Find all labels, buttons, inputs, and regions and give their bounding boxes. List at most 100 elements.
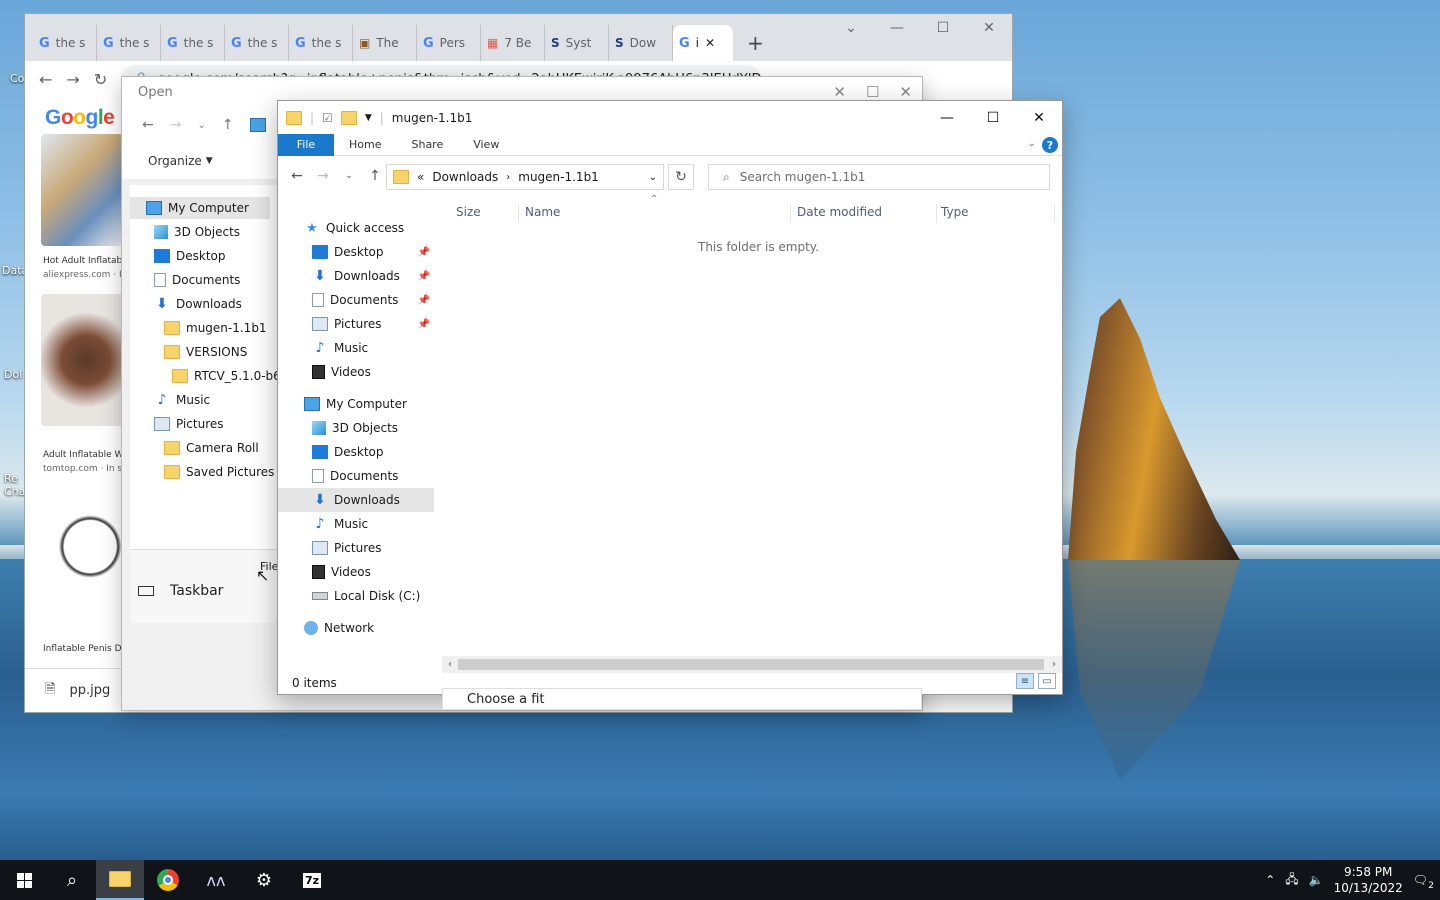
breadcrumb-current[interactable]: mugen-1.1b1 bbox=[518, 170, 599, 184]
nav-item-videos[interactable]: Videos bbox=[278, 360, 434, 384]
scroll-right-icon[interactable]: › bbox=[1046, 656, 1062, 673]
address-bar[interactable]: « Downloads › mugen-1.1b1 ⌄ bbox=[386, 164, 664, 190]
column-date-modified[interactable]: Date modified bbox=[797, 200, 882, 224]
large-icons-view-icon[interactable]: ▭ bbox=[1038, 673, 1056, 689]
tree-item-folder[interactable]: Camera Roll bbox=[164, 437, 259, 459]
desktop-icon-label[interactable]: Dol bbox=[4, 368, 22, 381]
forward-icon[interactable]: → bbox=[170, 117, 182, 133]
breadcrumb-overflow[interactable]: « bbox=[417, 170, 424, 184]
tree-item-3d-objects[interactable]: 3D Objects bbox=[154, 221, 240, 243]
tree-item-folder[interactable]: mugen-1.1b1 bbox=[164, 317, 267, 339]
column-type[interactable]: Type bbox=[941, 200, 969, 224]
tab-view[interactable]: View bbox=[458, 134, 514, 156]
forward-icon[interactable]: → bbox=[310, 168, 336, 184]
notification-icon[interactable]: 🗨 2 bbox=[1413, 873, 1434, 891]
result-image[interactable] bbox=[41, 294, 123, 426]
browser-tab[interactable]: ▣ The bbox=[353, 25, 417, 61]
taskbar-settings-item[interactable]: Taskbar bbox=[138, 583, 223, 599]
nav-item-downloads[interactable]: ⬇ Downloads 📌 bbox=[278, 264, 434, 288]
tree-item-folder[interactable]: Saved Pictures bbox=[164, 461, 274, 483]
settings-taskbar-button[interactable]: ⚙ bbox=[240, 860, 288, 900]
tree-item-my-computer[interactable]: My Computer bbox=[130, 197, 270, 219]
browser-tab[interactable]: Gthe s bbox=[161, 25, 225, 61]
properties-icon[interactable]: ☑ bbox=[322, 111, 333, 125]
nav-item-documents[interactable]: Documents bbox=[278, 464, 434, 488]
file-explorer-taskbar-button[interactable] bbox=[96, 860, 144, 900]
nav-my-computer[interactable]: My Computer bbox=[278, 392, 434, 416]
horizontal-scrollbar[interactable]: ‹ › bbox=[442, 656, 1062, 673]
nav-item-documents[interactable]: Documents 📌 bbox=[278, 288, 434, 312]
browser-tab[interactable]: Gthe s bbox=[33, 25, 97, 61]
nav-item-music[interactable]: ♪ Music bbox=[278, 512, 434, 536]
nav-item-downloads-selected[interactable]: ⬇ Downloads bbox=[278, 488, 434, 512]
column-divider[interactable] bbox=[518, 204, 519, 222]
back-icon[interactable]: ← bbox=[142, 117, 154, 133]
chrome-taskbar-button[interactable] bbox=[144, 860, 192, 900]
close-icon[interactable]: ✕ bbox=[833, 83, 846, 101]
chevron-down-icon[interactable]: ⌄ bbox=[649, 172, 657, 183]
app-taskbar-button[interactable]: ʌʌ bbox=[192, 860, 240, 900]
column-divider[interactable] bbox=[936, 204, 937, 222]
new-folder-icon[interactable] bbox=[340, 110, 357, 125]
result-image[interactable] bbox=[41, 488, 123, 618]
maximize-icon[interactable]: ☐ bbox=[920, 20, 966, 36]
browser-tab[interactable]: S Dow bbox=[609, 25, 673, 61]
tree-item-folder[interactable]: VERSIONS bbox=[164, 341, 247, 363]
help-icon[interactable]: ? bbox=[1042, 137, 1058, 153]
desktop-icon-label[interactable]: Co bbox=[10, 72, 24, 85]
nav-item-pictures[interactable]: Pictures bbox=[278, 536, 434, 560]
close-icon[interactable]: ✕ bbox=[899, 83, 912, 101]
scroll-left-icon[interactable]: ‹ bbox=[442, 656, 458, 673]
tree-item-desktop[interactable]: Desktop bbox=[154, 245, 226, 267]
start-button[interactable] bbox=[0, 860, 48, 900]
chevron-right-icon[interactable]: › bbox=[506, 172, 510, 183]
tab-share[interactable]: Share bbox=[396, 134, 458, 156]
new-tab-button[interactable]: + bbox=[747, 25, 764, 61]
close-tab-icon[interactable]: ✕ bbox=[705, 36, 715, 50]
nav-item-desktop[interactable]: Desktop 📌 bbox=[278, 240, 434, 264]
result-image[interactable] bbox=[41, 134, 123, 246]
result-caption[interactable]: Adult Inflatable W bbox=[43, 450, 123, 460]
recent-locations-icon[interactable]: ⌄ bbox=[336, 171, 362, 181]
forward-icon[interactable]: → bbox=[66, 70, 79, 89]
nav-item-local-disk[interactable]: Local Disk (C:) bbox=[278, 584, 434, 608]
tab-file[interactable]: File bbox=[278, 133, 334, 156]
nav-item-desktop[interactable]: Desktop bbox=[278, 440, 434, 464]
tree-item-documents[interactable]: Documents bbox=[154, 269, 240, 291]
scrollbar-thumb[interactable] bbox=[458, 659, 1044, 670]
details-view-icon[interactable]: ≡ bbox=[1016, 673, 1034, 689]
7zip-taskbar-button[interactable]: 7z bbox=[288, 860, 336, 900]
nav-item-pictures[interactable]: Pictures 📌 bbox=[278, 312, 434, 336]
result-caption[interactable]: Hot Adult Inflatab bbox=[43, 256, 123, 266]
up-icon[interactable]: ↑ bbox=[362, 168, 388, 184]
reload-icon[interactable]: ↻ bbox=[94, 70, 107, 89]
maximize-icon[interactable]: ☐ bbox=[970, 101, 1016, 134]
nav-item-3d-objects[interactable]: 3D Objects bbox=[278, 416, 434, 440]
tab-search-icon[interactable]: ⌄ bbox=[828, 20, 874, 36]
download-filename[interactable]: pp.jpg bbox=[69, 683, 110, 698]
chevron-down-icon[interactable]: ▼ bbox=[365, 113, 372, 123]
search-icon[interactable]: ⌕ bbox=[48, 860, 96, 900]
column-divider[interactable] bbox=[1054, 204, 1055, 222]
result-caption[interactable]: Inflatable Penis D bbox=[43, 644, 123, 654]
tab-home[interactable]: Home bbox=[334, 134, 396, 156]
close-icon[interactable]: ✕ bbox=[1016, 101, 1062, 134]
chevron-up-icon[interactable]: ⌃ bbox=[1265, 873, 1275, 887]
column-size[interactable]: Size bbox=[456, 200, 481, 224]
nav-network[interactable]: Network bbox=[278, 616, 434, 640]
back-icon[interactable]: ← bbox=[39, 70, 52, 89]
browser-tab[interactable]: S Syst bbox=[545, 25, 609, 61]
maximize-icon[interactable]: ☐ bbox=[866, 83, 879, 101]
tree-item-folder[interactable]: RTCV_5.1.0-b6 bbox=[172, 365, 278, 387]
tree-item-music[interactable]: ♪ Music bbox=[154, 389, 211, 411]
tree-item-pictures[interactable]: Pictures bbox=[154, 413, 224, 435]
minimize-icon[interactable]: — bbox=[924, 101, 970, 134]
nav-quick-access[interactable]: ★ Quick access bbox=[278, 216, 434, 240]
chevron-down-icon[interactable]: ⌄ bbox=[197, 120, 205, 131]
minimize-icon[interactable]: — bbox=[874, 20, 920, 36]
clock[interactable]: 9:58 PM 10/13/2022 bbox=[1334, 864, 1403, 896]
browser-tab[interactable]: G Pers bbox=[417, 25, 481, 61]
column-divider[interactable] bbox=[790, 204, 791, 222]
browser-tab[interactable]: Gthe s bbox=[289, 25, 353, 61]
tree-item-downloads[interactable]: ⬇ Downloads bbox=[154, 293, 242, 315]
